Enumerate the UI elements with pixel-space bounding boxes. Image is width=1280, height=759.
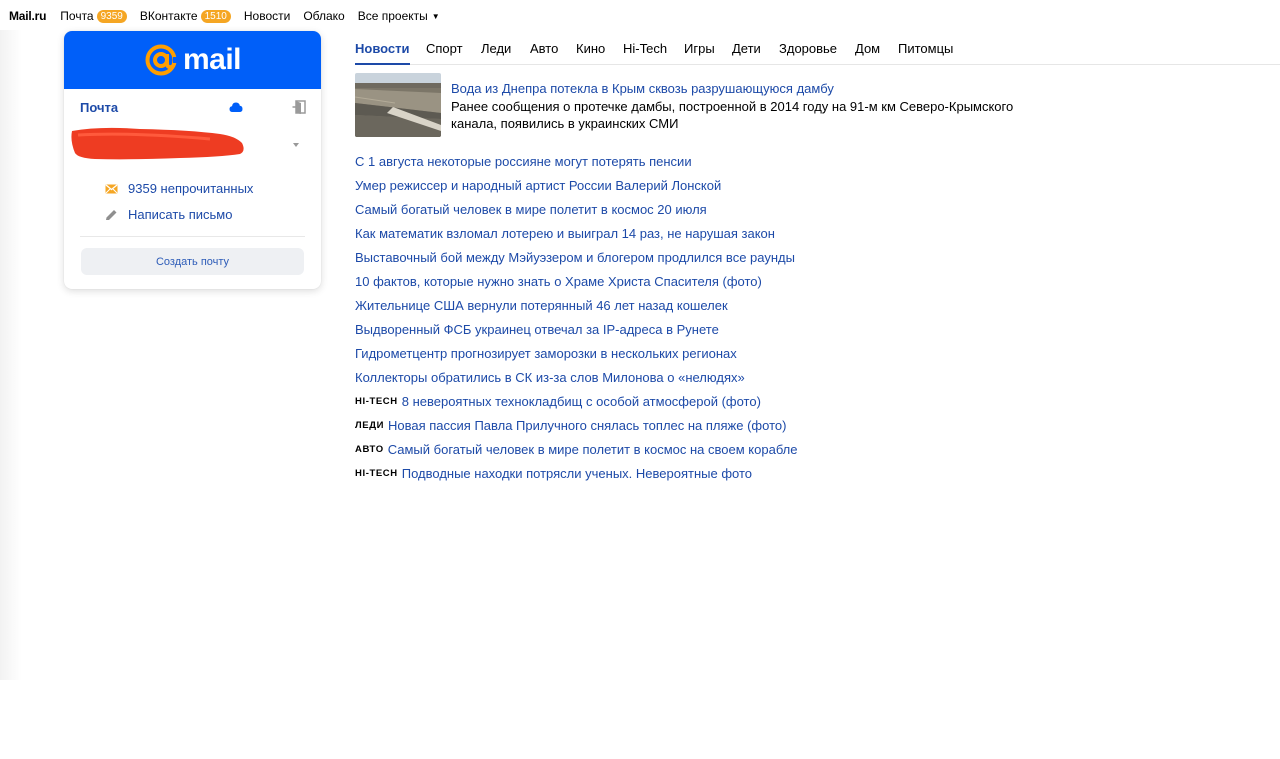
news-link[interactable]: Самый богатый человек в мире полетит в к…	[388, 442, 798, 457]
tab-kino[interactable]: Кино	[576, 41, 605, 64]
mail-logo-text: mail	[182, 43, 242, 76]
nav-item-news[interactable]: Новости	[244, 9, 290, 23]
tab-games[interactable]: Игры	[684, 41, 715, 64]
brand-link[interactable]: Mail.ru	[9, 9, 46, 23]
tab-sport[interactable]: Спорт	[426, 41, 463, 64]
list-item: Коллекторы обратились в СК из-за слов Ми…	[355, 365, 798, 389]
cloud-icon[interactable]	[229, 101, 243, 113]
caret-down-icon: ▼	[431, 11, 440, 21]
mail-count-badge: 9359	[96, 9, 127, 23]
unread-messages-link[interactable]: 9359 непрочитанных	[105, 181, 253, 196]
featured-news-title[interactable]: Вода из Днепра потекла в Крым сквозь раз…	[451, 81, 834, 96]
mail-widget: mail Почта 9359 непрочитанных Написать п…	[64, 31, 321, 289]
news-link[interactable]: Самый богатый человек в мире полетит в к…	[355, 202, 707, 217]
list-item: Самый богатый человек в мире полетит в к…	[355, 197, 798, 221]
page-edge-shadow	[0, 30, 22, 680]
nav-item-mail[interactable]: Почта 9359	[60, 9, 127, 23]
mail-logo[interactable]: mail	[144, 43, 242, 77]
list-item: АВТО Самый богатый человек в мире полети…	[355, 437, 798, 461]
tab-lady[interactable]: Леди	[481, 41, 511, 64]
news-tabs: Новости Спорт Леди Авто Кино Hi-Tech Игр…	[355, 41, 1280, 65]
news-link[interactable]: Подводные находки потрясли ученых. Невер…	[402, 466, 752, 481]
category-tag[interactable]: ЛЕДИ	[355, 420, 384, 431]
unread-label: 9359 непрочитанных	[128, 181, 254, 196]
tab-news[interactable]: Новости	[355, 41, 410, 65]
news-link[interactable]: Как математик взломал лотерею и выиграл …	[355, 226, 775, 241]
list-item: Выставочный бой между Мэйуэзером и блоге…	[355, 245, 798, 269]
at-sign-icon	[145, 44, 178, 76]
exit-icon[interactable]	[292, 100, 306, 114]
mail-title-link[interactable]: Почта	[80, 100, 118, 115]
news-link[interactable]: 8 невероятных технокладбищ с особой атмо…	[402, 394, 761, 409]
mail-widget-header: mail	[64, 31, 321, 89]
nav-label-mail: Почта	[60, 9, 94, 23]
list-item: Выдворенный ФСБ украинец отвечал за IP-а…	[355, 317, 798, 341]
nav-label-all-projects: Все проекты	[357, 9, 428, 23]
account-name-redacted[interactable]	[70, 125, 246, 165]
nav-item-vkontakte[interactable]: ВКонтакте 1510	[140, 9, 231, 23]
list-item: Умер режиссер и народный артист России В…	[355, 173, 798, 197]
nav-item-all-projects[interactable]: Все проекты ▼	[358, 9, 440, 23]
list-item: ЛЕДИ Новая пассия Павла Прилучного сняла…	[355, 413, 798, 437]
tab-hitech[interactable]: Hi-Tech	[623, 41, 667, 64]
top-navigation: Mail.ru Почта 9359 ВКонтакте 1510 Новост…	[9, 8, 453, 24]
news-link[interactable]: Гидрометцентр прогнозирует заморозки в н…	[355, 346, 737, 361]
nav-item-cloud[interactable]: Облако	[303, 9, 344, 23]
tab-home[interactable]: Дом	[855, 41, 880, 64]
list-item: 10 фактов, которые нужно знать о Храме Х…	[355, 269, 798, 293]
create-mail-button[interactable]: Создать почту	[81, 248, 304, 275]
list-item: Жительнице США вернули потерянный 46 лет…	[355, 293, 798, 317]
tab-health[interactable]: Здоровье	[779, 41, 837, 64]
category-tag[interactable]: HI-TECH	[355, 468, 398, 479]
news-link[interactable]: С 1 августа некоторые россияне могут пот…	[355, 154, 692, 169]
news-link[interactable]: Умер режиссер и народный артист России В…	[355, 178, 721, 193]
list-item: Как математик взломал лотерею и выиграл …	[355, 221, 798, 245]
news-list: С 1 августа некоторые россияне могут пот…	[355, 149, 798, 485]
news-link[interactable]: Выставочный бой между Мэйуэзером и блоге…	[355, 250, 795, 265]
news-link[interactable]: Выдворенный ФСБ украинец отвечал за IP-а…	[355, 322, 719, 337]
compose-link[interactable]: Написать письмо	[105, 207, 232, 222]
featured-news-description: Ранее сообщения о протечке дамбы, постро…	[451, 99, 1014, 131]
news-link[interactable]: Новая пассия Павла Прилучного снялась то…	[388, 418, 786, 433]
tab-auto[interactable]: Авто	[530, 41, 558, 64]
list-item: HI-TECH 8 невероятных технокладбищ с осо…	[355, 389, 798, 413]
category-tag[interactable]: АВТО	[355, 444, 384, 455]
card-divider	[80, 236, 305, 237]
tab-kids[interactable]: Дети	[732, 41, 761, 64]
account-dropdown-icon[interactable]	[293, 143, 299, 147]
list-item: HI-TECH Подводные находки потрясли учены…	[355, 461, 798, 485]
news-link[interactable]: 10 фактов, которые нужно знать о Храме Х…	[355, 274, 762, 289]
nav-label-vkontakte: ВКонтакте	[139, 9, 198, 23]
envelope-icon	[105, 183, 118, 193]
list-item: Гидрометцентр прогнозирует заморозки в н…	[355, 341, 798, 365]
list-item: С 1 августа некоторые россияне могут пот…	[355, 149, 798, 173]
news-link[interactable]: Жительнице США вернули потерянный 46 лет…	[355, 298, 728, 313]
news-link[interactable]: Коллекторы обратились в СК из-за слов Ми…	[355, 370, 745, 385]
vk-count-badge: 1510	[200, 9, 231, 23]
category-tag[interactable]: HI-TECH	[355, 396, 398, 407]
tab-pets[interactable]: Питомцы	[898, 41, 953, 64]
pencil-icon	[106, 209, 117, 220]
featured-news-image[interactable]	[355, 73, 441, 137]
compose-label: Написать письмо	[128, 207, 233, 222]
